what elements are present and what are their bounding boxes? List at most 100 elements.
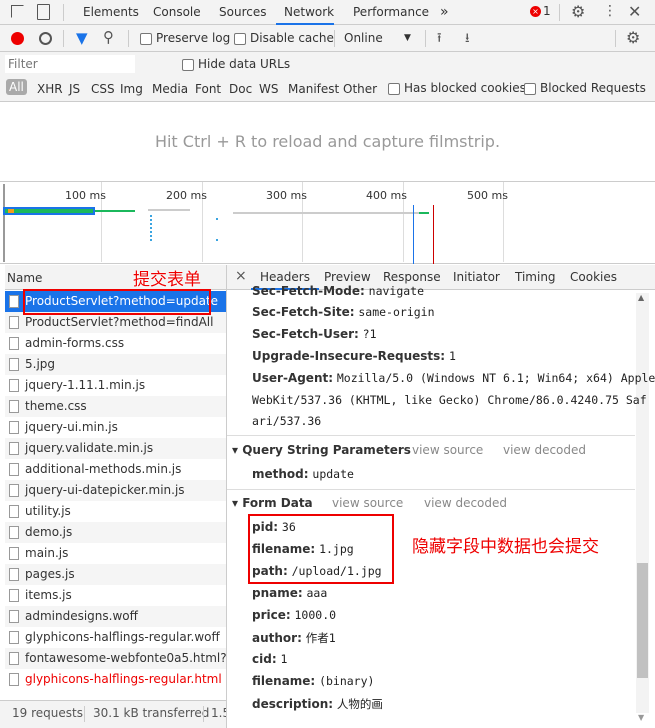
header-row: User-Agent: Mozilla/5.0 (Windows NT 6.1;… (252, 371, 655, 385)
file-icon (9, 631, 19, 644)
request-row[interactable]: fontawesome-webfonte0a5.html?v... (5, 648, 226, 669)
resources-size: 1.5 (211, 706, 226, 720)
network-toolbar: ▼ ⚲ Preserve log Disable cache Online ▼ ⭱… (0, 25, 655, 52)
type-filter-media[interactable]: Media (152, 82, 188, 96)
type-filter-all[interactable]: All (6, 79, 27, 95)
tick-label: 500 ms (467, 189, 508, 202)
export-har-icon[interactable]: ⭳ (465, 29, 470, 51)
type-filter-img[interactable]: Img (120, 82, 143, 96)
error-icon[interactable]: × (530, 6, 541, 17)
file-icon (9, 400, 19, 413)
request-row[interactable]: admin-forms.css (5, 333, 226, 354)
view-source-link[interactable]: view source (412, 443, 483, 457)
network-settings-icon[interactable]: ⚙ (626, 28, 640, 47)
file-icon (9, 421, 19, 434)
error-count[interactable]: 1 (543, 4, 551, 18)
request-name: pages.js (25, 567, 75, 581)
disable-cache-checkbox[interactable]: Disable cache (234, 31, 334, 45)
request-count: 19 requests (12, 706, 83, 720)
file-icon (9, 463, 19, 476)
request-row[interactable]: jquery-1.11.1.min.js (5, 375, 226, 396)
throttle-select[interactable]: Online ▼ (344, 31, 414, 45)
type-filter-css[interactable]: CSS (91, 82, 115, 96)
tab-console[interactable]: Console (153, 0, 201, 25)
clear-icon[interactable] (39, 32, 52, 45)
view-source-link[interactable]: view source (332, 496, 403, 510)
request-row[interactable]: theme.css (5, 396, 226, 417)
request-row[interactable]: ProductServlet?method=findAll (5, 312, 226, 333)
hide-data-urls-checkbox[interactable]: Hide data URLs (182, 57, 290, 71)
record-icon[interactable] (11, 32, 24, 45)
file-icon (9, 442, 19, 455)
dom-content-loaded-line (413, 205, 414, 264)
type-filter-manifest[interactable]: Manifest (288, 82, 339, 96)
device-toggle-icon[interactable] (37, 4, 50, 20)
request-name: jquery-ui-datepicker.min.js (25, 483, 185, 497)
tab-network[interactable]: Network (276, 0, 334, 25)
timeline-overview[interactable]: 100 ms 200 ms 300 ms 400 ms 500 ms (0, 182, 655, 264)
query-string-section[interactable]: ▾ Query String Parameters (232, 443, 411, 457)
import-har-icon[interactable]: ⭱ (437, 29, 442, 51)
request-row[interactable]: 5.jpg (5, 354, 226, 375)
request-row[interactable]: pages.js (5, 564, 226, 585)
more-options-icon[interactable]: ⋮ (603, 3, 617, 19)
filmstrip-area: Hit Ctrl + R to reload and capture films… (0, 102, 655, 182)
request-row[interactable]: jquery-ui.min.js (5, 417, 226, 438)
tab-elements[interactable]: Elements (83, 0, 139, 25)
filter-input[interactable] (5, 55, 135, 73)
tab-sources[interactable]: Sources (219, 0, 266, 25)
scrollbar[interactable]: ▲ ▼ (636, 293, 649, 722)
type-filter-font[interactable]: Font (195, 82, 221, 96)
filter-icon[interactable]: ▼ (76, 29, 88, 47)
request-row[interactable]: admindesigns.woff (5, 606, 226, 627)
tab-performance[interactable]: Performance (353, 0, 429, 25)
request-name: glyphicons-halflings-regular.woff (25, 630, 220, 644)
view-decoded-link[interactable]: view decoded (424, 496, 507, 510)
form-param: author: 作者1 (252, 631, 336, 645)
request-name: jquery.validate.min.js (25, 441, 154, 455)
request-row[interactable]: demo.js (5, 522, 226, 543)
search-icon[interactable]: ⚲ (103, 28, 114, 46)
type-filter-xhr[interactable]: XHR (37, 82, 63, 96)
type-filter-doc[interactable]: Doc (229, 82, 252, 96)
tab-initiator[interactable]: Initiator (453, 265, 500, 290)
status-bar: 19 requests 30.1 kB transferred 1.5 (0, 700, 227, 728)
request-row[interactable]: main.js (5, 543, 226, 564)
annotation-hidden-fields: 隐藏字段中数据也会提交 (412, 537, 599, 557)
request-name: fontawesome-webfonte0a5.html?v... (25, 651, 226, 665)
type-filter-ws[interactable]: WS (259, 82, 278, 96)
view-decoded-link[interactable]: view decoded (503, 443, 586, 457)
has-blocked-cookies-checkbox[interactable]: Has blocked cookies (388, 81, 526, 95)
highlight-box (248, 514, 394, 584)
request-row[interactable]: utility.js (5, 501, 226, 522)
file-icon (9, 610, 19, 623)
request-row[interactable]: jquery-ui-datepicker.min.js (5, 480, 226, 501)
tab-timing[interactable]: Timing (515, 265, 556, 290)
request-name: jquery-1.11.1.min.js (25, 378, 146, 392)
request-row[interactable]: additional-methods.min.js (5, 459, 226, 480)
preserve-log-checkbox[interactable]: Preserve log (140, 31, 230, 45)
request-name: jquery-ui.min.js (25, 420, 118, 434)
inspect-element-icon[interactable] (11, 5, 24, 18)
request-name: main.js (25, 546, 69, 560)
more-tabs-button[interactable]: » (440, 0, 449, 25)
blocked-requests-checkbox[interactable]: Blocked Requests (524, 81, 646, 95)
requests-panel: Name ProductServlet?method=update Product… (0, 265, 227, 700)
type-filter-other[interactable]: Other (343, 82, 377, 96)
request-row[interactable]: jquery.validate.min.js (5, 438, 226, 459)
image-file-icon (9, 358, 19, 371)
request-row[interactable]: glyphicons-halflings-regular.html (5, 669, 226, 690)
settings-icon[interactable]: ⚙ (571, 2, 585, 21)
request-name: admin-forms.css (25, 336, 125, 350)
header-row-cont: ari/537.36 (252, 414, 322, 428)
form-data-section[interactable]: ▾ Form Data (232, 496, 313, 510)
close-icon[interactable]: ✕ (628, 2, 641, 21)
header-row: Sec-Fetch-Site: same-origin (252, 305, 435, 319)
close-detail-icon[interactable]: × (235, 268, 247, 284)
request-row[interactable]: items.js (5, 585, 226, 606)
file-icon (9, 568, 19, 581)
request-row[interactable]: glyphicons-halflings-regular.woff (5, 627, 226, 648)
type-filter-js[interactable]: JS (69, 82, 80, 96)
tab-cookies[interactable]: Cookies (570, 265, 617, 290)
file-icon (9, 673, 19, 686)
